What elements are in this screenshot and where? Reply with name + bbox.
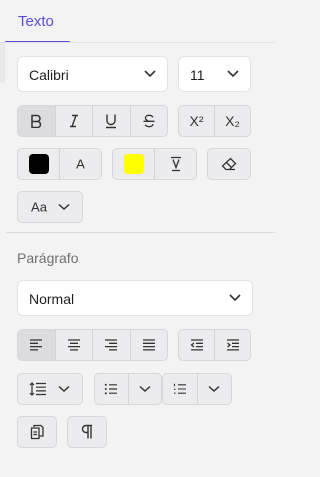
panel-edge <box>0 43 5 83</box>
alignment-group <box>17 329 168 361</box>
highlight-color-group <box>112 148 197 180</box>
tab-bar: Texto <box>0 0 275 43</box>
chevron-down-icon <box>58 203 70 211</box>
highlight-button[interactable] <box>155 149 196 179</box>
line-spacing-icon <box>29 382 46 396</box>
numbered-list-dropdown[interactable] <box>198 374 232 404</box>
text-style-group <box>17 105 168 137</box>
bullet-list-icon <box>105 383 118 395</box>
increase-indent-button[interactable] <box>215 330 250 360</box>
eraser-icon <box>221 157 237 171</box>
superscript-label: X² <box>189 113 204 129</box>
align-center-icon <box>67 339 80 351</box>
strikethrough-icon <box>143 114 155 128</box>
paragraph-style-select[interactable]: Normal <box>17 280 253 316</box>
script-group: X² X₂ <box>178 105 251 137</box>
bullet-list-dropdown[interactable] <box>129 374 162 404</box>
italic-button[interactable] <box>56 106 93 136</box>
pilcrow-icon <box>81 424 92 439</box>
superscript-button[interactable]: X² <box>179 106 215 136</box>
panel-bottom <box>0 470 275 477</box>
chevron-down-icon <box>58 385 70 393</box>
bullet-list-button[interactable] <box>95 374 129 404</box>
chevron-down-icon <box>144 70 156 78</box>
align-center-button[interactable] <box>56 330 93 360</box>
numbered-list-button[interactable] <box>163 374 198 404</box>
clear-formatting-button[interactable] <box>207 148 251 180</box>
show-paragraph-marks-button[interactable] <box>67 416 107 448</box>
font-color-group: A <box>17 148 102 180</box>
indent-icon <box>226 339 239 351</box>
font-family-select[interactable]: Calibri <box>17 56 168 92</box>
subscript-button[interactable]: X₂ <box>215 106 250 136</box>
align-right-icon <box>105 339 118 351</box>
font-color-button[interactable]: A <box>60 149 101 179</box>
font-size-value: 11 <box>190 67 205 83</box>
strikethrough-button[interactable] <box>131 106 168 136</box>
bold-icon <box>31 114 42 128</box>
tab-divider <box>0 42 275 43</box>
align-left-button[interactable] <box>18 330 56 360</box>
chevron-down-icon <box>227 70 239 78</box>
italic-icon <box>69 114 78 128</box>
highlighter-icon <box>170 156 181 172</box>
paragraph-section-title: Parágrafo <box>17 250 79 266</box>
chevron-down-icon <box>139 385 151 393</box>
numbered-list-group <box>162 373 232 405</box>
font-family-value: Calibri <box>29 67 69 83</box>
indent-group <box>178 329 251 361</box>
change-case-label: Aa <box>31 199 47 215</box>
bold-button[interactable] <box>18 106 56 136</box>
numbered-list-icon <box>173 383 186 394</box>
tab-texto-label: Texto <box>18 13 54 30</box>
highlight-color-swatch <box>123 154 144 174</box>
tab-texto[interactable]: Texto <box>5 0 70 43</box>
underline-button[interactable] <box>93 106 131 136</box>
align-right-button[interactable] <box>93 330 131 360</box>
chevron-down-icon <box>208 385 220 393</box>
bullet-list-group <box>94 373 162 405</box>
font-size-select[interactable]: 11 <box>178 56 251 92</box>
font-color-swatch <box>28 154 49 174</box>
copy-icon <box>30 424 44 440</box>
font-color-label: A <box>76 156 85 172</box>
line-spacing-button[interactable] <box>17 373 83 405</box>
chevron-down-icon <box>229 294 241 302</box>
outdent-icon <box>189 339 203 351</box>
copy-formatting-button[interactable] <box>17 416 57 448</box>
highlight-swatch-button[interactable] <box>113 149 155 179</box>
underline-icon <box>106 114 117 129</box>
align-justify-button[interactable] <box>131 330 168 360</box>
subscript-label: X₂ <box>225 113 240 129</box>
decrease-indent-button[interactable] <box>179 330 215 360</box>
change-case-button[interactable]: Aa <box>17 191 83 223</box>
align-justify-icon <box>142 339 155 351</box>
font-color-swatch-button[interactable] <box>18 149 60 179</box>
align-left-icon <box>30 339 43 351</box>
section-divider <box>6 232 275 233</box>
paragraph-style-value: Normal <box>29 291 75 307</box>
